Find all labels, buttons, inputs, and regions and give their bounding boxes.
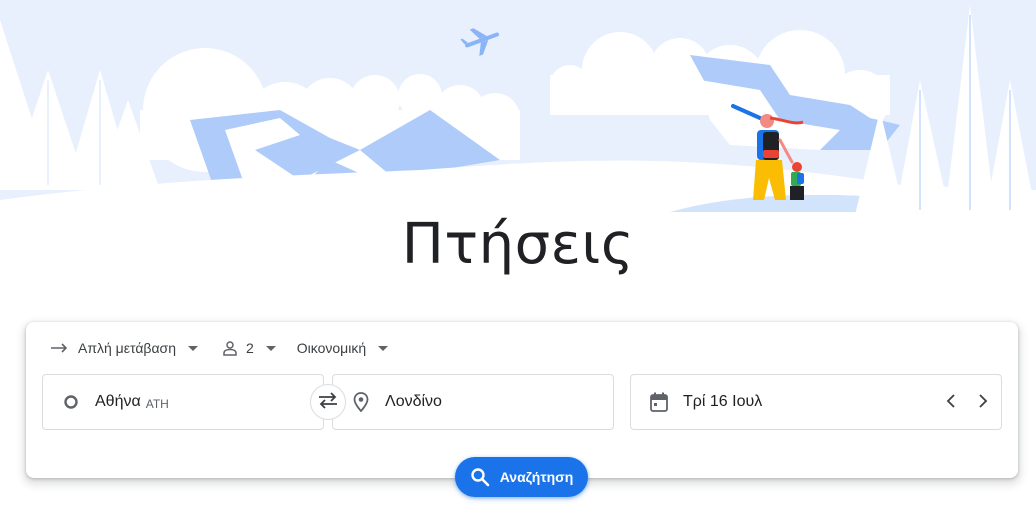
origin-code: ATH (145, 396, 169, 411)
passenger-count: 2 (245, 340, 254, 356)
airplane-icon (460, 28, 500, 56)
destination-field[interactable]: Λονδίνο (332, 374, 614, 430)
chevron-down-icon (265, 345, 276, 351)
arrow-right-icon (50, 338, 70, 358)
trip-type-dropdown[interactable]: Απλή μετάβαση (50, 336, 198, 360)
trip-type-label: Απλή μετάβαση (78, 340, 176, 356)
swap-arrows-icon (317, 391, 339, 414)
hero-illustration (0, 0, 1036, 225)
cabin-class-label: Οικονομική (296, 340, 367, 356)
destination-city: Λονδίνο (385, 393, 442, 410)
chevron-right-icon (978, 393, 988, 413)
departure-date-field[interactable]: Τρί 16 Ιουλ (630, 374, 1002, 430)
cabin-class-dropdown[interactable]: Οικονομική (296, 336, 389, 360)
departure-date: Τρί 16 Ιουλ (683, 393, 763, 410)
origin-city: Αθήνα (95, 393, 141, 410)
chevron-down-icon (378, 345, 389, 351)
trip-options-row: Απλή μετάβαση 2 Οικονομική (50, 336, 389, 360)
mountain-scene (0, 5, 1036, 225)
page-title: Πτήσεις (401, 212, 635, 277)
chevron-down-icon (187, 345, 198, 351)
next-date-button[interactable] (971, 391, 995, 415)
location-pin-icon (349, 390, 373, 414)
chevron-left-icon (946, 393, 956, 413)
previous-date-button[interactable] (939, 391, 963, 415)
search-button[interactable]: Αναζήτηση (455, 457, 588, 497)
origin-field[interactable]: Αθήνα ATH (42, 374, 324, 430)
passengers-dropdown[interactable]: 2 (220, 336, 276, 360)
search-icon (470, 467, 490, 487)
person-icon (220, 338, 240, 358)
swap-button[interactable] (310, 384, 346, 420)
search-button-label: Αναζήτηση (499, 469, 574, 485)
circle-icon (59, 390, 83, 414)
flight-search-form: Απλή μετάβαση 2 Οικονομική Αθήνα ATH Λον… (26, 322, 1018, 497)
calendar-icon (647, 390, 671, 414)
